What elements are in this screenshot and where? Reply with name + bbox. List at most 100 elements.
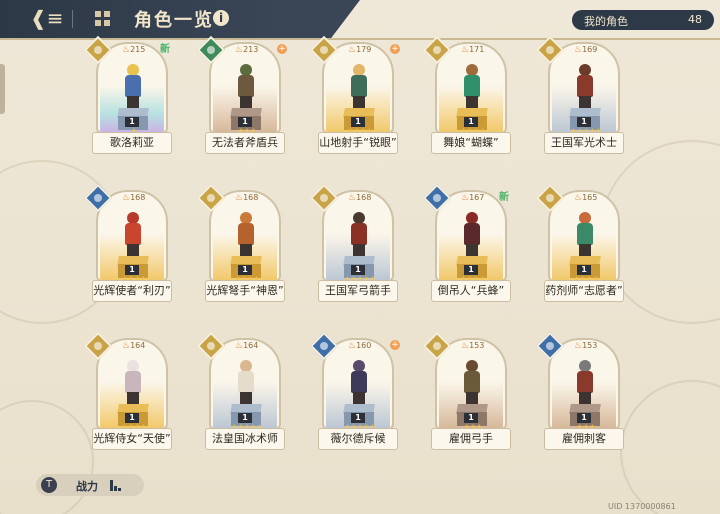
back-arrow-icon[interactable]: ❰≡ — [30, 8, 64, 28]
class-emblem-icon — [207, 194, 215, 202]
character-sprite — [122, 212, 144, 260]
character-card[interactable]: 1 ★★★★★ ♨164 法皇国冰术师 — [196, 331, 285, 452]
flame-icon: ♨ — [348, 193, 357, 203]
class-emblem-icon — [546, 194, 554, 202]
sprite-legs — [466, 244, 478, 256]
character-portrait-frame: 1 ★★★★★ ♨169 — [548, 42, 620, 134]
character-sprite — [574, 64, 596, 112]
character-card[interactable]: 1 ★★★★ ♨164 光辉侍女“天使” — [83, 331, 172, 452]
character-portrait-frame: 1 ★★★★★ ♨160 — [322, 338, 394, 430]
level-badge: 1 — [464, 265, 478, 275]
character-name: 雇佣刺客 — [544, 428, 624, 450]
character-card[interactable]: 1 ★ ♨215 新歌洛莉亚 — [83, 35, 172, 156]
character-card[interactable]: 1 ★★★★ ♨168 光辉使者“利刃” — [83, 183, 172, 304]
character-sprite — [235, 64, 257, 112]
character-name: 药剂师“志愿者” — [544, 280, 624, 302]
my-characters-counter[interactable]: 我的角色 48 — [572, 10, 714, 30]
new-tag: 新 — [499, 192, 509, 203]
character-card[interactable]: 1 ★★★★ ♨179 + 山地射手“锐眼” — [309, 35, 400, 156]
power-number: 169 — [582, 45, 598, 54]
power-number: 168 — [356, 193, 372, 202]
my-characters-count: 48 — [688, 13, 702, 26]
power-number: 153 — [582, 341, 598, 350]
character-card[interactable]: 1 ★★★★ ♨171 舞娘“蝴蝶” — [422, 35, 511, 156]
character-name: 舞娘“蝴蝶” — [431, 132, 511, 154]
flame-icon: ♨ — [122, 45, 131, 55]
flame-icon: ♨ — [574, 45, 583, 55]
flame-icon: ♨ — [574, 341, 583, 351]
flame-icon: ♨ — [461, 193, 470, 203]
power-value: ♨179 — [348, 44, 386, 56]
sprite-body — [351, 223, 367, 245]
sprite-legs — [240, 96, 252, 108]
sprite-legs — [466, 392, 478, 404]
sprite-body — [238, 75, 254, 97]
power-value: ♨167 — [461, 192, 499, 204]
sprite-body — [577, 371, 593, 393]
power-value: ♨165 — [574, 192, 612, 204]
power-number: 160 — [356, 341, 372, 350]
sprite-body — [464, 371, 480, 393]
level-badge: 1 — [577, 117, 591, 127]
side-drawer-handle[interactable] — [0, 64, 5, 114]
info-icon[interactable]: i — [213, 10, 229, 26]
grid-icon[interactable] — [95, 11, 111, 27]
character-card[interactable]: 1 ★★★ ♨153 雇佣刺客 — [535, 331, 624, 452]
sprite-legs — [127, 244, 139, 256]
class-emblem-icon — [320, 342, 328, 350]
flame-icon: ♨ — [122, 193, 131, 203]
sprite-legs — [353, 96, 365, 108]
power-number: 168 — [243, 193, 259, 202]
character-portrait-frame: 1 ★★★ ♨213 — [209, 42, 281, 134]
character-card[interactable]: 1 ★★★★★ ♨169 王国军光术士 — [535, 35, 624, 156]
sprite-body — [238, 223, 254, 245]
my-characters-label: 我的角色 — [584, 15, 628, 28]
power-sort-button[interactable]: T 战力 — [36, 474, 144, 496]
character-name: 薇尔德斥候 — [318, 428, 398, 450]
character-card[interactable]: 1 ★★★ ♨213 + 无法者斧盾兵 — [196, 35, 287, 156]
character-portrait-frame: 1 ★★★★ ♨164 — [96, 338, 168, 430]
level-badge: 1 — [125, 413, 139, 423]
character-name: 歌洛莉亚 — [92, 132, 172, 154]
class-emblem-icon — [433, 46, 441, 54]
character-sprite — [574, 212, 596, 260]
flame-icon: ♨ — [235, 341, 244, 351]
new-tag: 新 — [160, 44, 170, 55]
power-number: 171 — [469, 45, 485, 54]
power-number: 168 — [130, 193, 146, 202]
page-title: 角色一览 — [134, 10, 214, 31]
character-name: 光辉使者“利刃” — [92, 280, 172, 302]
sprite-body — [125, 371, 141, 393]
level-badge: 1 — [577, 413, 591, 423]
upgrade-plus-icon: + — [390, 340, 400, 350]
character-card[interactable]: 1 ★★★★★ ♨160 + 薇尔德斥候 — [309, 331, 400, 452]
power-number: 153 — [469, 341, 485, 350]
character-name: 王国军光术士 — [544, 132, 624, 154]
character-card[interactable]: 1 ★★★★ ♨165 药剂师“志愿者” — [535, 183, 624, 304]
sprite-body — [125, 223, 141, 245]
flame-icon: ♨ — [348, 341, 357, 351]
power-value: ♨164 — [122, 340, 160, 352]
character-name: 无法者斧盾兵 — [205, 132, 285, 154]
upgrade-plus-icon: + — [277, 44, 287, 54]
character-portrait-frame: 1 ★★★★★ ♨164 — [209, 338, 281, 430]
character-sprite — [235, 212, 257, 260]
character-card[interactable]: 1 ★★★★ ♨167 新倒吊人“兵蜂” — [422, 183, 511, 304]
class-emblem-icon — [94, 342, 102, 350]
power-number: 164 — [130, 341, 146, 350]
character-portrait-frame: 1 ★★★★★ ♨168 — [322, 190, 394, 282]
character-card[interactable]: 1 ★★★ ♨153 雇佣弓手 — [422, 331, 511, 452]
character-card[interactable]: 1 ★★★★★ ♨168 王国军弓箭手 — [309, 183, 398, 304]
sprite-legs — [127, 392, 139, 404]
character-sprite — [122, 64, 144, 112]
power-value: ♨215 — [122, 44, 160, 56]
character-card[interactable]: 1 ★★★★ ♨168 光辉弩手“神恩” — [196, 183, 285, 304]
power-value: ♨168 — [122, 192, 160, 204]
sprite-legs — [353, 392, 365, 404]
power-value: ♨168 — [348, 192, 386, 204]
character-name: 光辉侍女“天使” — [92, 428, 172, 450]
power-value: ♨160 — [348, 340, 386, 352]
class-emblem-icon — [546, 46, 554, 54]
power-value: ♨164 — [235, 340, 273, 352]
character-sprite — [574, 360, 596, 408]
